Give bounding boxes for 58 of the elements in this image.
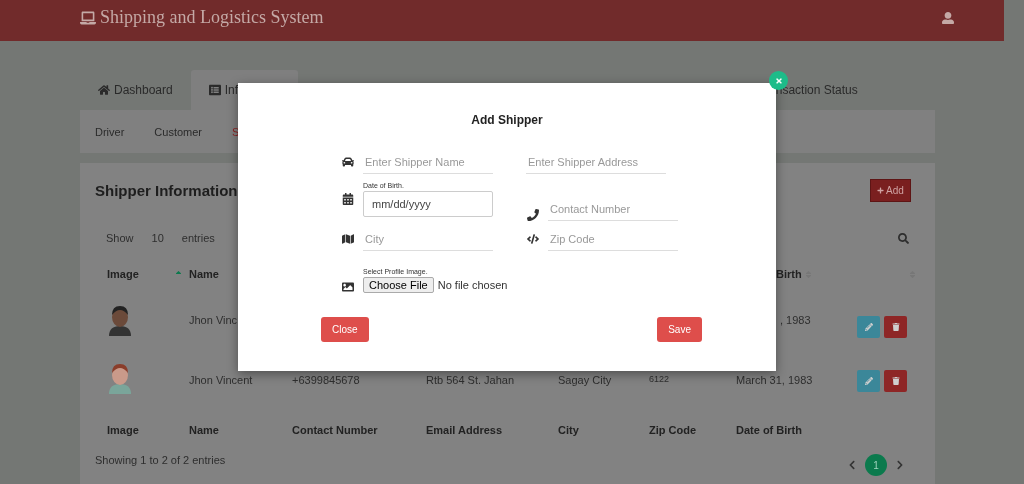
calendar-icon [342, 193, 354, 205]
edit-button[interactable] [857, 316, 880, 338]
add-button[interactable]: Add [870, 179, 911, 202]
user-icon[interactable] [942, 11, 954, 24]
code-icon [527, 233, 539, 245]
search-icon[interactable] [898, 232, 909, 244]
column-footer: Email Address [426, 424, 558, 436]
previous-icon[interactable] [847, 460, 857, 470]
home-icon [98, 84, 110, 96]
edit-button[interactable] [857, 370, 880, 392]
entries-select[interactable]: 10 [151, 232, 164, 244]
table-cell-text: Jhon Vincent [189, 373, 254, 386]
table-cell-text: March 31, 1983 [736, 373, 814, 386]
pencil-icon [864, 377, 873, 385]
next-icon[interactable] [895, 460, 905, 470]
avatar-icon [107, 362, 133, 394]
app-title: Shipping and Logistics System [100, 7, 324, 28]
delete-button[interactable] [884, 316, 907, 338]
column-footer: Contact Number [292, 424, 426, 436]
nav-tab[interactable]: Dashboard [80, 70, 191, 110]
list-icon [208, 84, 221, 96]
map-icon [342, 233, 354, 245]
close-button[interactable]: Close [321, 317, 369, 342]
subnav-link[interactable]: Customer [154, 125, 203, 138]
column-footer: Image [107, 424, 189, 436]
column-footer: Zip Code [649, 424, 736, 436]
subnav-link[interactable]: Driver [95, 125, 125, 138]
show-label: Show [106, 232, 134, 244]
column-footer: Date of Birth [736, 424, 845, 436]
table-cell-text: Jhon Vinc [189, 313, 239, 326]
trash-icon [891, 323, 900, 331]
pencil-icon [864, 323, 873, 331]
card-title: Shipper Information [95, 182, 238, 199]
delete-button[interactable] [884, 370, 907, 392]
file-status: No file chosen [437, 279, 508, 291]
choose-file-button[interactable]: Choose File [363, 277, 434, 293]
page-button[interactable]: 1 [865, 454, 887, 476]
save-button[interactable]: Save [657, 317, 702, 342]
table-cell-text: Sagay City [558, 373, 613, 386]
date-field[interactable]: mm/dd/yyyy [363, 190, 493, 217]
column-header[interactable]: Image [107, 268, 189, 280]
table-info: Showing 1 to 2 of 2 entries [95, 454, 226, 466]
image-icon [342, 281, 354, 293]
trash-icon [891, 377, 900, 385]
avatar-icon [107, 304, 133, 336]
modal-title: Add Shipper [470, 113, 544, 127]
table-cell-text: Rtb 564 St. Jahan [426, 373, 516, 386]
column-footer: Name [189, 424, 292, 436]
table-cell-text: +6399845678 [292, 373, 361, 386]
table-cell-text: , 1983 [779, 313, 812, 326]
car-icon [342, 156, 354, 168]
phone-icon [527, 209, 539, 221]
table-cell-text: 6122 [649, 373, 671, 384]
entries-label: entries [181, 232, 215, 244]
column-header[interactable]: Birth [736, 268, 845, 280]
laptop-icon [80, 9, 96, 26]
column-footer: City [558, 424, 649, 436]
plus-icon [877, 187, 885, 194]
